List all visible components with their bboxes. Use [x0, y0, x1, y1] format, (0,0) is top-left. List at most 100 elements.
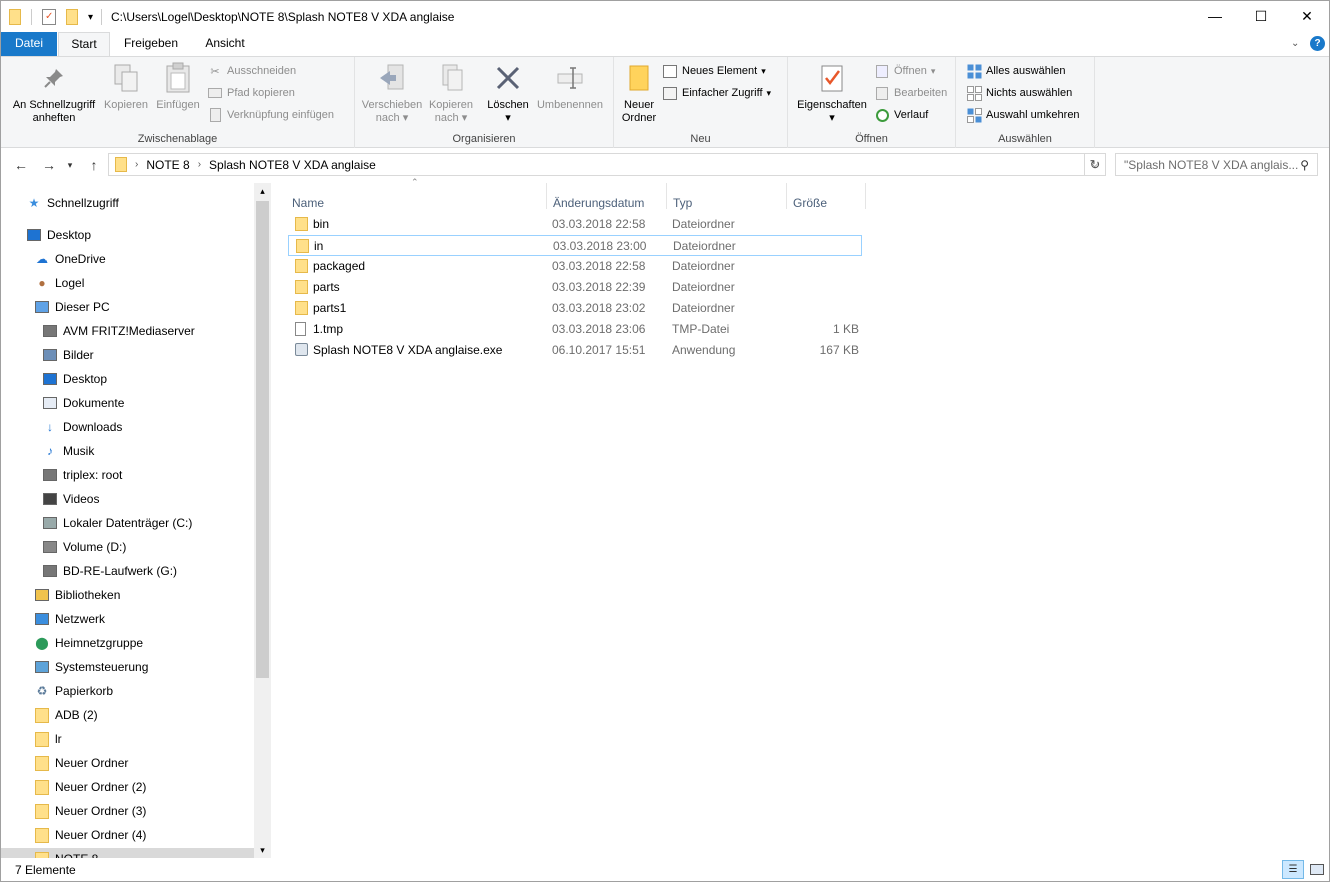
- nav-item[interactable]: Neuer Ordner (2): [35, 776, 146, 798]
- nav-scrollbar-thumb[interactable]: [256, 201, 269, 678]
- tab-start[interactable]: Start: [58, 32, 110, 57]
- file-row[interactable]: Splash NOTE8 V XDA anglaise.exe 06.10.201…: [288, 340, 862, 361]
- file-row[interactable]: in 03.03.2018 23:00 Dateiordner: [288, 235, 862, 256]
- nav-item[interactable]: BD-RE-Laufwerk (G:): [43, 560, 177, 582]
- open-icon: [874, 63, 890, 79]
- paste-shortcut-button[interactable]: Verknüpfung einfügen: [207, 105, 334, 125]
- nav-item[interactable]: Dokumente: [43, 392, 124, 414]
- file-date: 06.10.2017 15:51: [552, 343, 646, 357]
- nav-item-label: Lokaler Datenträger (C:): [63, 516, 193, 530]
- file-row[interactable]: parts1 03.03.2018 23:02 Dateiordner: [288, 298, 862, 319]
- nav-item[interactable]: Desktop: [27, 224, 91, 246]
- nav-item[interactable]: ADB (2): [35, 704, 98, 726]
- file-row[interactable]: bin 03.03.2018 22:58 Dateiordner: [288, 214, 862, 235]
- scroll-down-icon[interactable]: ▾: [254, 842, 271, 858]
- column-divider[interactable]: [786, 183, 787, 209]
- breadcrumb-item[interactable]: Splash NOTE8 V XDA anglaise: [209, 158, 376, 172]
- file-name: bin: [313, 217, 330, 231]
- nav-item[interactable]: Bilder: [43, 344, 94, 366]
- cut-button[interactable]: ✂ Ausschneiden: [207, 61, 296, 81]
- search-input[interactable]: "Splash NOTE8 V XDA anglais... ⚲: [1115, 153, 1318, 176]
- nav-item[interactable]: ☁ OneDrive: [35, 248, 106, 270]
- column-header-name[interactable]: Name: [292, 196, 324, 210]
- select-all-button[interactable]: Alles auswählen: [966, 61, 1066, 81]
- nav-item[interactable]: ★ Schnellzugriff: [27, 192, 119, 214]
- help-icon[interactable]: ?: [1310, 36, 1325, 51]
- nav-item[interactable]: AVM FRITZ!Mediaserver: [43, 320, 195, 342]
- column-divider[interactable]: [865, 183, 866, 209]
- nav-item[interactable]: Neuer Ordner (3): [35, 800, 146, 822]
- collapse-ribbon-icon[interactable]: ⌄: [1291, 38, 1299, 49]
- scroll-up-icon[interactable]: ▴: [254, 183, 271, 199]
- breadcrumb-item[interactable]: NOTE 8: [146, 158, 189, 172]
- large-icons-view-button[interactable]: [1306, 860, 1328, 879]
- nav-item[interactable]: triplex: root: [43, 464, 122, 486]
- nav-item[interactable]: ● Logel: [35, 272, 84, 294]
- address-bar[interactable]: › NOTE 8 › Splash NOTE8 V XDA anglaise ⌵: [108, 153, 1106, 176]
- nav-item[interactable]: ♻ Papierkorb: [35, 680, 113, 702]
- nav-item[interactable]: Neuer Ordner: [35, 752, 128, 774]
- details-view-button[interactable]: ☰: [1282, 860, 1304, 879]
- new-item-button[interactable]: Neues Element ▾: [662, 61, 766, 81]
- paste-button[interactable]: Einfügen: [151, 61, 205, 112]
- pin-quick-access-button[interactable]: An Schnellzugriff anheften: [7, 61, 101, 125]
- folder-icon: [35, 755, 49, 771]
- easy-access-button[interactable]: Einfacher Zugriff ▾: [662, 83, 771, 103]
- refresh-button[interactable]: ↻: [1084, 153, 1106, 176]
- file-row[interactable]: parts 03.03.2018 22:39 Dateiordner: [288, 277, 862, 298]
- nav-item[interactable]: Videos: [43, 488, 99, 510]
- back-button[interactable]: ←: [11, 155, 31, 175]
- file-row[interactable]: 1.tmp 03.03.2018 23:06 TMP-Datei 1 KB: [288, 319, 862, 340]
- star-icon: ★: [28, 196, 40, 210]
- nav-item-label: Bibliotheken: [55, 588, 121, 602]
- invert-selection-button[interactable]: Auswahl umkehren: [966, 105, 1080, 125]
- recent-locations-button[interactable]: ▾: [63, 155, 77, 175]
- nav-item[interactable]: lr: [35, 728, 62, 750]
- invert-selection-icon: [966, 107, 982, 123]
- properties-quick-icon[interactable]: ✓: [42, 9, 56, 25]
- column-divider[interactable]: [546, 183, 547, 209]
- delete-button[interactable]: Löschen ▾: [483, 61, 533, 125]
- nav-item-label: Bilder: [63, 348, 94, 362]
- move-to-button[interactable]: Verschieben nach ▾: [359, 61, 425, 125]
- nav-item[interactable]: Lokaler Datenträger (C:): [43, 512, 192, 534]
- copy-path-button[interactable]: Pfad kopieren: [207, 83, 295, 103]
- new-folder-button[interactable]: Neuer Ordner: [616, 61, 662, 125]
- customize-qat-icon[interactable]: ▾: [88, 12, 93, 23]
- nav-item[interactable]: Netzwerk: [35, 608, 105, 630]
- open-button[interactable]: Öffnen ▾: [874, 61, 935, 81]
- minimize-button[interactable]: —: [1192, 1, 1238, 31]
- file-row[interactable]: packaged 03.03.2018 22:58 Dateiordner: [288, 256, 862, 277]
- column-header-type[interactable]: Typ: [673, 196, 692, 210]
- properties-button[interactable]: Eigenschaften ▾: [792, 61, 872, 125]
- nav-item[interactable]: NOTE 8: [1, 848, 254, 858]
- tab-view[interactable]: Ansicht: [193, 32, 257, 56]
- tab-file[interactable]: Datei: [1, 32, 57, 56]
- nav-item[interactable]: Volume (D:): [43, 536, 126, 558]
- up-button[interactable]: ↑: [84, 155, 104, 175]
- nav-item[interactable]: ♪ Musik: [43, 440, 94, 462]
- nav-item[interactable]: ↓ Downloads: [43, 416, 122, 438]
- column-header-date[interactable]: Änderungsdatum: [553, 196, 644, 210]
- select-none-button[interactable]: Nichts auswählen: [966, 83, 1072, 103]
- nav-item[interactable]: Systemsteuerung: [35, 656, 148, 678]
- rename-button[interactable]: Umbenennen: [533, 61, 607, 112]
- copy-button[interactable]: Kopieren: [101, 61, 151, 112]
- nav-item[interactable]: Bibliotheken: [35, 584, 120, 606]
- column-divider[interactable]: [666, 183, 667, 209]
- maximize-button[interactable]: ☐: [1238, 1, 1284, 31]
- column-header-size[interactable]: Größe: [793, 196, 827, 210]
- history-button[interactable]: Verlauf: [874, 105, 928, 125]
- tab-share[interactable]: Freigeben: [113, 32, 189, 56]
- edit-button[interactable]: Bearbeiten: [874, 83, 947, 103]
- forward-button[interactable]: →: [39, 155, 59, 175]
- nav-item[interactable]: Dieser PC: [35, 296, 110, 318]
- scissors-icon: ✂: [210, 65, 220, 78]
- new-folder-quick-icon[interactable]: [66, 9, 78, 25]
- close-button[interactable]: ✕: [1284, 1, 1330, 31]
- nav-item[interactable]: ⬤ Heimnetzgruppe: [35, 632, 143, 654]
- nav-item[interactable]: Desktop: [43, 368, 107, 390]
- nav-item[interactable]: Neuer Ordner (4): [35, 824, 146, 846]
- select-none-label: Nichts auswählen: [986, 87, 1073, 99]
- copy-to-button[interactable]: Kopieren nach ▾: [425, 61, 477, 125]
